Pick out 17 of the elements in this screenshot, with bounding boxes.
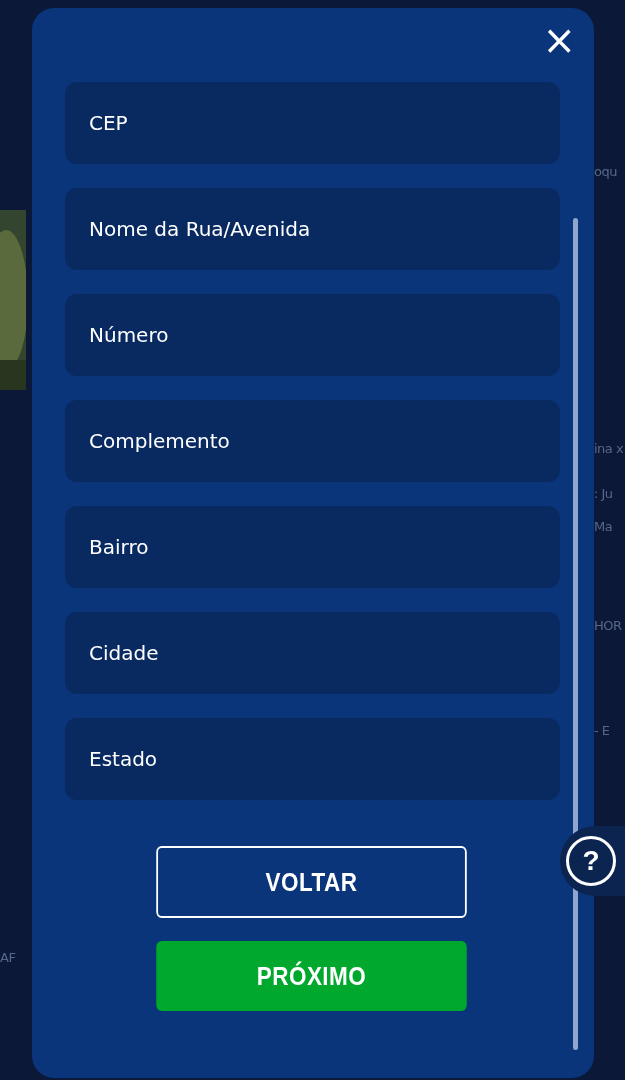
back-button[interactable]: VOLTAR xyxy=(156,846,467,918)
input-field[interactable]: Nome da Rua/Avenida xyxy=(65,188,560,270)
input-field[interactable]: Cidade xyxy=(65,612,560,694)
input-field[interactable]: Complemento xyxy=(65,400,560,482)
background-text: - E xyxy=(594,723,611,738)
background-text: Ma xyxy=(594,519,614,534)
input-field[interactable]: Estado xyxy=(65,718,560,800)
input-field[interactable]: Bairro xyxy=(65,506,560,588)
scrollbar[interactable] xyxy=(573,218,578,1050)
background-text: oqu xyxy=(594,164,618,179)
background-text: AF xyxy=(0,950,17,965)
background-text: HOR xyxy=(594,618,623,633)
input-field[interactable]: Número xyxy=(65,294,560,376)
close-button[interactable]: × xyxy=(540,26,578,60)
background-text: : Ju xyxy=(594,486,614,501)
input-field[interactable]: CEP xyxy=(65,82,560,164)
background-text: ina x xyxy=(594,441,625,456)
